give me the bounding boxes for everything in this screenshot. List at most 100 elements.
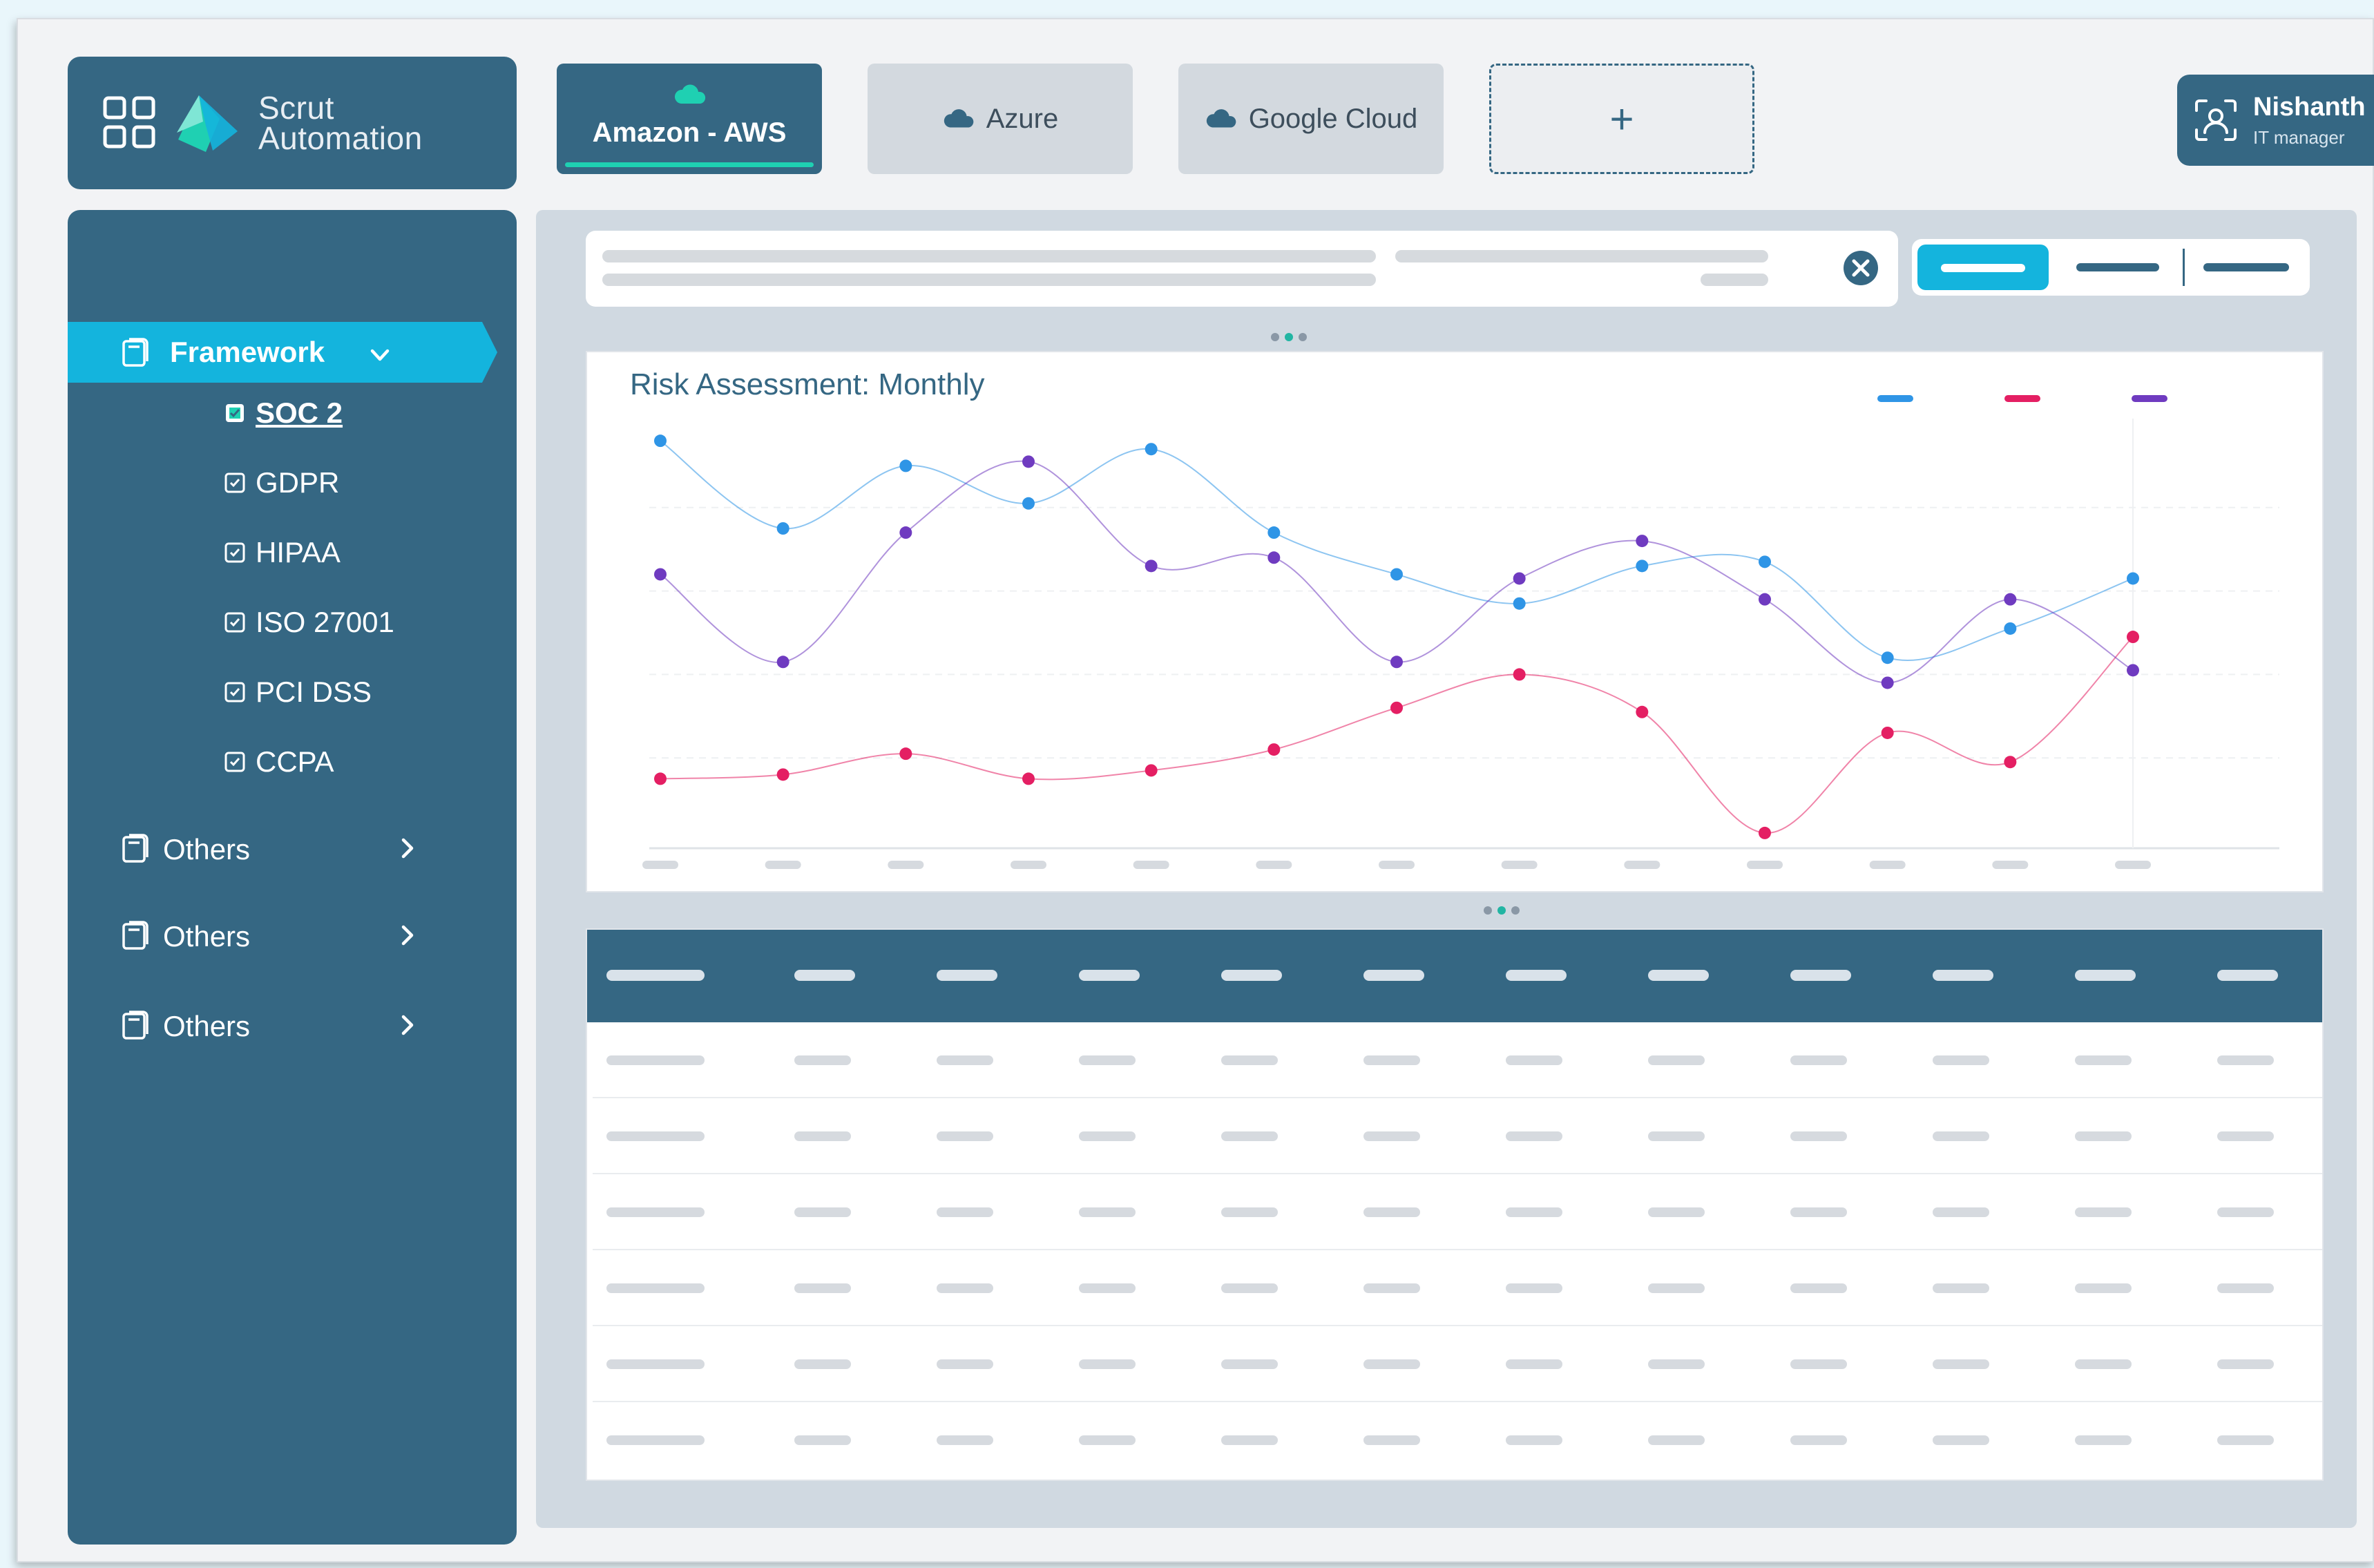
column-header[interactable] [606,970,705,981]
checklist-icon [224,682,245,702]
table-cell [1079,1207,1136,1217]
chevron-right-icon[interactable] [395,923,420,948]
table-cell [2217,1131,2274,1141]
column-header[interactable] [794,970,855,981]
checklist-icon [224,752,245,772]
cloud-icon [1206,109,1236,128]
apps-grid-icon[interactable] [102,95,157,151]
data-point [1390,568,1403,581]
table-cell [1790,1207,1847,1217]
table-cell [794,1055,851,1065]
close-icon[interactable] [1841,249,1880,287]
table-cell [2217,1207,2274,1217]
column-header[interactable] [2217,970,2278,981]
table-row[interactable] [593,1098,2322,1174]
toggle-option-active[interactable] [1917,245,2049,290]
data-point [654,772,667,785]
sidebar-item-label: Framework [170,336,325,368]
column-header[interactable] [2075,970,2136,981]
table-cell [937,1359,993,1369]
checklist-icon [226,404,244,422]
table-cell [794,1359,851,1369]
column-header[interactable] [937,970,997,981]
table-row[interactable] [593,1174,2322,1250]
sidebar-item-framework[interactable]: Framework [68,322,497,383]
table-cell [1363,1207,1420,1217]
document-icon [122,1011,149,1040]
table-cell [937,1207,993,1217]
x-tick-label [888,861,924,869]
framework-item-ccpa[interactable]: CCPA [224,745,334,778]
sidebar-item-others-3[interactable]: Others [68,992,517,1061]
column-header[interactable] [1079,970,1140,981]
tab-label: Amazon - AWS [592,117,787,148]
table-row[interactable] [593,1022,2322,1098]
table-cell [1648,1131,1705,1141]
table-cell [1506,1131,1562,1141]
table-cell [1079,1131,1136,1141]
add-cloud-button[interactable]: + [1489,64,1754,174]
framework-item-pcidss[interactable]: PCI DSS [224,676,372,709]
data-point [899,747,912,761]
table-cell [1363,1131,1420,1141]
checklist-icon [224,612,245,633]
table-cell [1363,1359,1420,1369]
table-row[interactable] [593,1402,2322,1478]
sidebar-item-others-2[interactable]: Others [68,902,517,971]
resize-handle[interactable] [1271,333,1307,341]
table-cell [1506,1055,1562,1065]
x-tick-label [1992,861,2029,869]
framework-item-soc2[interactable]: SOC 2 [224,396,343,430]
column-header[interactable] [1933,970,1993,981]
table-row[interactable] [593,1326,2322,1402]
framework-item-gdpr[interactable]: GDPR [224,466,339,499]
table-row[interactable] [593,1250,2322,1326]
table-cell [2217,1283,2274,1293]
table-cell [1933,1359,1989,1369]
framework-item-iso27001[interactable]: ISO 27001 [224,606,394,639]
x-tick-label [1379,861,1415,869]
document-icon [122,921,149,950]
column-header[interactable] [1506,970,1567,981]
x-tick-label [1256,861,1292,869]
framework-item-hipaa[interactable]: HIPAA [224,536,341,569]
toggle-option[interactable] [2076,263,2159,271]
resize-handle[interactable] [1484,906,1520,915]
plus-icon: + [1609,95,1634,142]
table-cell [1363,1055,1420,1065]
data-point [776,522,789,535]
user-profile[interactable]: Nishanth IT manager [2177,75,2374,166]
column-header[interactable] [1648,970,1709,981]
framework-item-label: SOC 2 [256,396,343,429]
data-point [2004,622,2017,635]
table-cell [2075,1435,2132,1445]
tab-azure[interactable]: Azure [868,64,1133,174]
table-cell [2075,1131,2132,1141]
sidebar-item-others-1[interactable]: Others [68,815,517,884]
search-filter-bar[interactable] [586,231,1898,307]
table-cell [1221,1359,1278,1369]
table-cell [1363,1283,1420,1293]
chevron-down-icon[interactable] [367,343,392,367]
x-tick-label [1011,861,1046,869]
data-point [899,526,912,539]
data-point [1022,772,1035,785]
brand-name: Scrut Automation [258,92,423,156]
tab-google-cloud[interactable]: Google Cloud [1178,64,1444,174]
user-role: IT manager [2253,127,2345,148]
view-toggle[interactable] [1912,239,2310,296]
chevron-right-icon[interactable] [395,1013,420,1038]
placeholder-bar [1395,250,1768,262]
table-cell [1933,1283,1989,1293]
data-point [1267,526,1281,539]
toggle-option[interactable] [2203,263,2289,271]
table-cell [1363,1435,1420,1445]
column-header[interactable] [1221,970,1282,981]
x-tick-label [765,861,801,869]
column-header[interactable] [1790,970,1851,981]
chevron-right-icon[interactable] [395,836,420,861]
brand-name-line2: Automation [258,120,423,156]
tab-amazon-aws[interactable]: Amazon - AWS [557,64,822,174]
table-cell [1648,1359,1705,1369]
column-header[interactable] [1363,970,1424,981]
